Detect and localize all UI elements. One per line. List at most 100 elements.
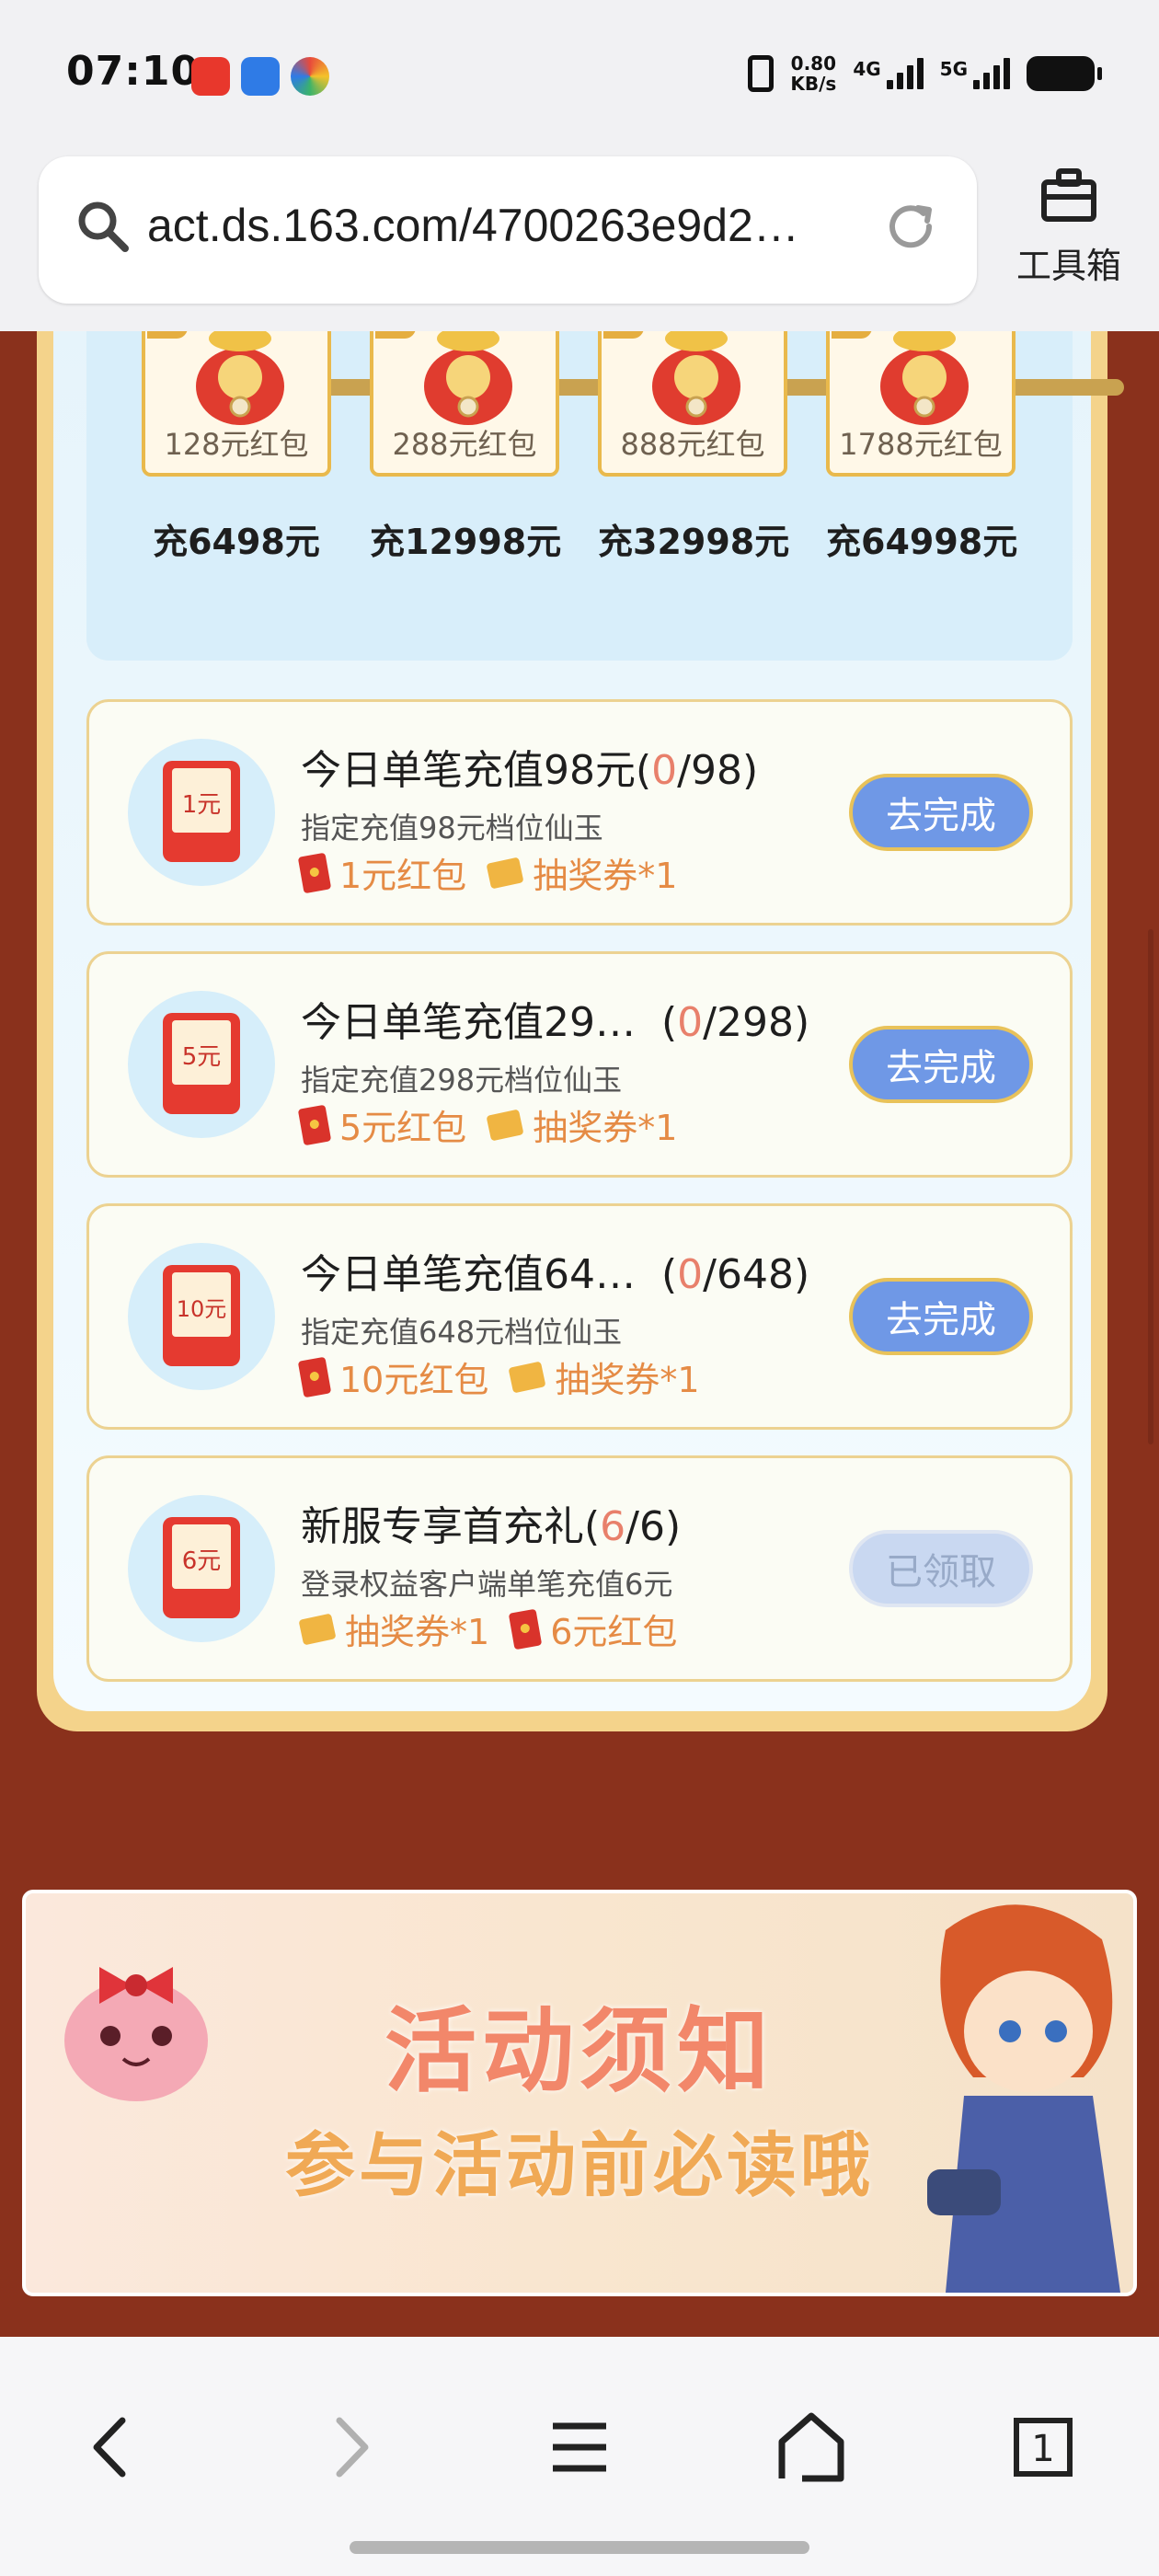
toolbox-icon xyxy=(1004,164,1133,232)
red-packet-icon xyxy=(508,1608,543,1650)
svg-text:5元: 5元 xyxy=(182,1043,222,1071)
address-bar[interactable]: act.ds.163.com/4700263e9d2… xyxy=(39,156,977,304)
vibrate-icon xyxy=(748,55,775,92)
task-progress-open: ( xyxy=(636,747,652,794)
red-packet-icon xyxy=(297,852,332,893)
task-card: 10元 今日单笔充值64… (0/648) 指定充值648元档位仙玉 10元红包… xyxy=(86,1203,1073,1430)
go-complete-button[interactable]: 去完成 xyxy=(849,1278,1033,1355)
lottery-ticket-icon xyxy=(298,1613,337,1645)
scrollbar[interactable] xyxy=(1148,929,1153,1444)
svg-text:10元: 10元 xyxy=(177,1296,227,1322)
task-progress-current: 0 xyxy=(651,747,678,794)
network-speed-unit: KB/s xyxy=(790,73,837,95)
reward-label: 抽奖券*1 xyxy=(533,1108,678,1148)
task-progress-current: 0 xyxy=(677,1251,704,1298)
red-envelope-icon: 5元 xyxy=(163,1013,240,1114)
milestone-item[interactable]: 1788元红包 充64998元 xyxy=(826,331,1018,564)
milestone-reward: 128元红包 xyxy=(164,427,309,462)
signal-4g-label: 4G xyxy=(853,58,881,80)
milestone-item[interactable]: 888元红包 充32998元 xyxy=(598,331,790,564)
task-description: 指定充值648元档位仙玉 xyxy=(301,1315,623,1350)
milestone-card[interactable]: 888元红包 xyxy=(598,331,787,477)
task-description: 指定充值298元档位仙玉 xyxy=(301,1063,623,1098)
menu-button[interactable] xyxy=(524,2392,635,2502)
reward-label: 1元红包 xyxy=(339,856,467,896)
task-rewards: 抽奖券*1 6元红包 xyxy=(298,1604,678,1654)
task-card: 5元 今日单笔充值29… (0/298) 指定充值298元档位仙玉 5元红包 抽… xyxy=(86,951,1073,1178)
toolbox-label: 工具箱 xyxy=(1016,246,1121,286)
activity-notice-banner[interactable]: 活动须知 参与活动前必读哦 xyxy=(22,1890,1137,2296)
milestone-item[interactable]: 128元红包 充6498元 xyxy=(142,331,331,564)
signal-5g-label: 5G xyxy=(939,58,968,80)
tabs-button[interactable]: 1 xyxy=(988,2392,1098,2502)
task-rewards: 5元红包 抽奖券*1 xyxy=(297,1099,678,1150)
go-complete-button[interactable]: 去完成 xyxy=(849,774,1033,851)
task-description: 指定充值98元档位仙玉 xyxy=(301,811,603,845)
lottery-ticket-icon xyxy=(486,1109,524,1141)
reward-label: 6元红包 xyxy=(550,1612,678,1652)
reward-label: 抽奖券*1 xyxy=(555,1360,700,1400)
home-button[interactable] xyxy=(756,2392,866,2502)
lottery-ticket-icon xyxy=(508,1361,546,1393)
svg-text:6元: 6元 xyxy=(182,1547,222,1575)
milestone-condition: 充32998元 xyxy=(598,522,790,562)
hero-character-icon xyxy=(927,1904,1120,2293)
task-icon: 1元 xyxy=(128,739,275,886)
red-packet-bag-icon xyxy=(424,331,512,425)
milestone-card[interactable]: 288元红包 xyxy=(370,331,559,477)
reload-icon[interactable] xyxy=(881,197,940,259)
task-progress-current: 0 xyxy=(677,999,704,1046)
red-envelope-icon: 1元 xyxy=(163,761,240,862)
milestone-card[interactable]: 1788元红包 xyxy=(826,331,1016,477)
task-title: 今日单笔充值98元(0/98) xyxy=(301,737,758,796)
task-rewards: 1元红包 抽奖券*1 xyxy=(297,847,678,898)
signal-5g-icon: 5G xyxy=(940,58,1010,89)
milestone-item[interactable]: 288元红包 充12998元 xyxy=(370,331,561,564)
claimed-button[interactable]: 已领取 xyxy=(849,1530,1033,1607)
task-icon: 5元 xyxy=(128,991,275,1138)
task-card: 6元 新服专享首充礼(6/6) 登录权益客户端单笔充值6元 抽奖券*1 6元红包… xyxy=(86,1455,1073,1682)
lock-icon xyxy=(603,331,644,339)
task-description: 登录权益客户端单笔充值6元 xyxy=(301,1567,673,1602)
toolbox-button[interactable]: 工具箱 xyxy=(1004,164,1133,288)
tabs-icon: 1 xyxy=(1014,2418,1073,2477)
search-icon xyxy=(74,197,132,259)
task-progress-total: /298) xyxy=(703,999,810,1046)
lock-icon xyxy=(375,331,416,339)
milestone-condition: 充64998元 xyxy=(826,522,1018,562)
lock-icon xyxy=(147,331,188,339)
home-icon xyxy=(778,2412,844,2482)
status-indicators: 0.80 KB/s 4G 5G xyxy=(748,52,1102,95)
task-rewards: 10元红包 抽奖券*1 xyxy=(297,1351,700,1402)
milestone-section: 128元红包 充6498元 288元红包 充12998元 888元红包 充329… xyxy=(86,331,1124,661)
reward-label: 抽奖券*1 xyxy=(345,1612,490,1652)
home-indicator[interactable] xyxy=(350,2541,809,2554)
svg-text:1元: 1元 xyxy=(182,791,222,819)
go-complete-button[interactable]: 去完成 xyxy=(849,1026,1033,1103)
milestone-card[interactable]: 128元红包 xyxy=(142,331,331,477)
red-envelope-icon: 6元 xyxy=(163,1517,240,1618)
task-progress-open: ( xyxy=(636,1251,678,1298)
status-time: 07:10 xyxy=(66,48,201,95)
red-packet-bag-icon xyxy=(196,331,284,425)
network-speed-value: 0.80 xyxy=(790,52,837,75)
reward-label: 5元红包 xyxy=(339,1108,467,1148)
lock-icon xyxy=(832,331,872,339)
task-title-text: 今日单笔充值29… xyxy=(301,999,636,1046)
signal-4g-icon: 4G xyxy=(853,58,924,89)
red-packet-bag-icon xyxy=(880,331,969,425)
url-text[interactable]: act.ds.163.com/4700263e9d2… xyxy=(147,199,799,252)
task-title-text: 今日单笔充值64… xyxy=(301,1251,636,1298)
page-content: 128元红包 充6498元 288元红包 充12998元 888元红包 充329… xyxy=(0,331,1159,2337)
task-title: 今日单笔充值64… (0/648) xyxy=(301,1241,809,1300)
forward-button[interactable] xyxy=(294,2392,405,2502)
svg-text:1: 1 xyxy=(1031,2428,1054,2470)
milestone-reward: 1788元红包 xyxy=(839,427,1003,462)
task-progress-open: ( xyxy=(636,999,678,1046)
menu-icon xyxy=(553,2422,606,2472)
battery-icon xyxy=(1027,56,1102,91)
reward-label: 抽奖券*1 xyxy=(533,856,678,896)
task-title-text: 新服专享首充礼 xyxy=(301,1503,584,1550)
back-button[interactable] xyxy=(57,2392,167,2502)
task-card: 1元 今日单笔充值98元(0/98) 指定充值98元档位仙玉 1元红包 抽奖券*… xyxy=(86,699,1073,926)
